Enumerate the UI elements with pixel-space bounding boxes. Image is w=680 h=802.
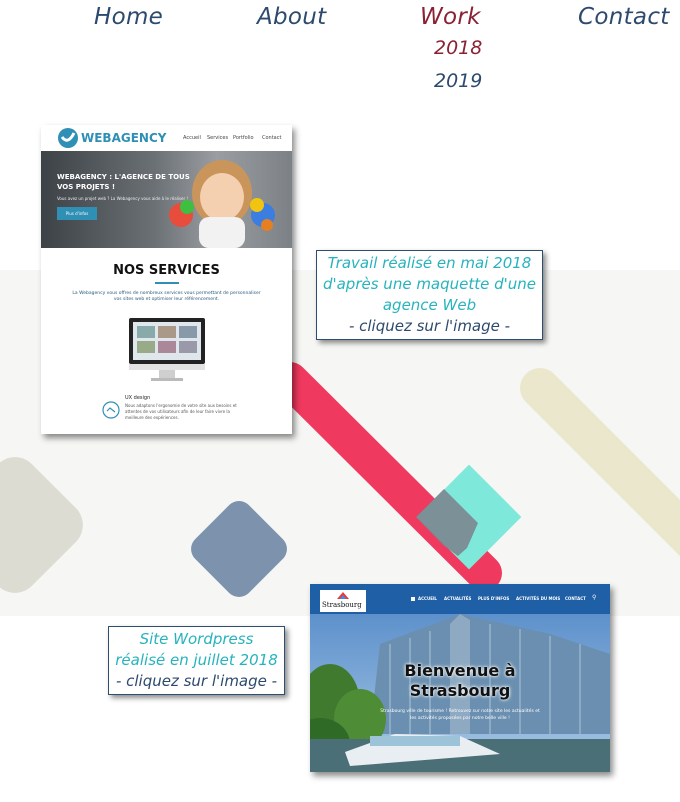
caption-line: Travail réalisé en mai 2018 [327, 254, 532, 272]
project1-hero: WEBAGENCY : L'AGENCE DE TOUS VOS PROJETS… [41, 151, 292, 248]
caption-line: d'après une maquette d'une [322, 275, 537, 293]
project2-hero-sub-1: Strasbourg ville de tourisme ! Retrouvez… [380, 709, 540, 714]
caption-line: réalisé en juillet 2018 [115, 651, 278, 669]
strasbourg-logo-icon [337, 592, 349, 599]
project2-hero-title-2: Strasbourg [409, 681, 511, 700]
project2-menu-item: ACTIVITÉS DU MOIS [516, 596, 561, 601]
project1-section-title: NOS SERVICES [113, 263, 220, 278]
project2-menu-item: CONTACT [565, 596, 586, 601]
project1-hero-title-2: VOS PROJETS ! [57, 183, 116, 191]
nav-year-2019-link[interactable]: 2019 [434, 70, 482, 92]
project2-screenshot[interactable]: Strasbourg ACCUEIL ACTUALITÉS PLUS D'INF… [310, 584, 610, 772]
nav-about-link[interactable]: About [257, 4, 327, 30]
strasbourg-logo-text: Strasbourg [322, 601, 362, 609]
beige-bar-shape [520, 368, 680, 557]
project1-header: WEBAGENCY Accueil Services Portfolio Con… [41, 125, 292, 151]
project1-hero-title: WEBAGENCY : L'AGENCE DE TOUS [57, 173, 190, 181]
ux-design-text: Nous adaptons l'ergonomie de votre site … [125, 403, 237, 420]
caption-line: agence Web [382, 296, 477, 314]
section-divider [155, 282, 179, 284]
caption-click-hint: - cliquez sur l'image - [348, 317, 511, 335]
nav-year-2018-link[interactable]: 2018 [434, 37, 482, 59]
project2-hero-sub-2: les activités proposées par notre belle … [410, 716, 510, 721]
ux-design-icon [102, 401, 120, 419]
project2-hero-subtitle: Strasbourg ville de tourisme ! Retrouvez… [310, 708, 610, 722]
nav-work-link[interactable]: Work [420, 4, 481, 30]
project2-caption[interactable]: Site Wordpress réalisé en juillet 2018 -… [108, 626, 285, 695]
search-icon: ⚲ [592, 594, 597, 601]
grey-diamond-shape [0, 457, 83, 593]
project1-brand: WEBAGENCY [81, 131, 167, 145]
project1-menu-item: Portfolio [233, 135, 254, 141]
project2-menu-item: ACTUALITÉS [444, 596, 472, 601]
project1-hero-subtitle: Vous avez un projet web ? La Webagency v… [57, 196, 189, 201]
project2-hero-title-1: Bienvenue à [404, 661, 516, 680]
project1-hero-button: Plus d'infos [57, 207, 97, 220]
slate-diamond-shape [191, 501, 287, 597]
webagency-logo-icon [58, 128, 78, 148]
project1-menu-item: Contact [262, 135, 282, 141]
caption-click-hint: - cliquez sur l'image - [115, 672, 278, 690]
project2-header: Strasbourg ACCUEIL ACTUALITÉS PLUS D'INF… [310, 584, 610, 614]
project1-section-text: La Webagency vous offres de nombreux ser… [72, 291, 261, 302]
nav-contact-link[interactable]: Contact [578, 4, 670, 30]
monitor-mockup-image [129, 318, 205, 381]
project2-menu-item: PLUS D'INFOS [478, 596, 510, 601]
project1-caption[interactable]: Travail réalisé en mai 2018 d'après une … [316, 250, 543, 340]
project1-menu-item: Accueil [183, 135, 201, 141]
caption-line: Site Wordpress [139, 630, 254, 648]
project2-menu-item: ACCUEIL [418, 596, 437, 601]
nav-home-link[interactable]: Home [94, 4, 163, 30]
strasbourg-logo: Strasbourg [320, 590, 366, 612]
project1-menu-item: Services [207, 135, 229, 141]
project2-hero-title: Bienvenue à Strasbourg [310, 661, 610, 701]
child-photo-image [169, 160, 275, 248]
project1-screenshot[interactable]: WEBAGENCY Accueil Services Portfolio Con… [41, 125, 292, 434]
home-icon [411, 597, 415, 601]
ux-design-title: UX design [125, 395, 151, 401]
